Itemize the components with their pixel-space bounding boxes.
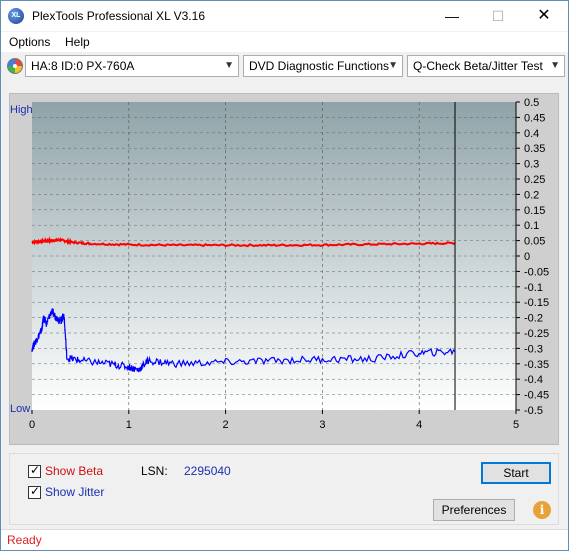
disc-drive-icon — [7, 58, 23, 74]
status-text: Ready — [7, 533, 42, 547]
x-tick-label: 1 — [126, 419, 132, 431]
y-tick-label: 0.25 — [524, 174, 545, 186]
chevron-down-icon: ▼ — [224, 60, 234, 71]
y-tick-label: -0.2 — [524, 313, 543, 325]
drive-select[interactable]: HA:8 ID:0 PX-760A ▼ — [25, 55, 239, 77]
drive-select-value: HA:8 ID:0 PX-760A — [31, 59, 135, 73]
minimize-icon[interactable]: — — [429, 1, 475, 31]
y-tick-label: 0.05 — [524, 236, 545, 248]
y-tick-label: 0.2 — [524, 189, 539, 201]
app-window: XL PlexTools Professional XL V3.16 — ☐ ✕… — [0, 0, 569, 551]
y-tick-label: 0.3 — [524, 159, 539, 171]
menu-bar: Options Help — [1, 32, 568, 52]
menu-help[interactable]: Help — [65, 35, 90, 49]
y-tick-label: 0 — [524, 251, 530, 263]
y-tick-label: -0.3 — [524, 343, 543, 355]
x-tick-label: 2 — [223, 419, 229, 431]
preferences-button[interactable]: Preferences — [433, 499, 515, 521]
menu-options-label: Options — [9, 35, 51, 49]
y-tick-label: 0.15 — [524, 205, 545, 217]
show-beta-label[interactable]: Show Beta — [45, 464, 103, 478]
beta-jitter-chart: 012345 0.50.450.40.350.30.250.20.150.10.… — [10, 97, 549, 431]
function-select[interactable]: DVD Diagnostic Functions ▼ — [243, 55, 403, 77]
chart-panel: 012345 0.5 0.45 0.4 0.35 0.3 0.25 0.2 0.15 0.1 0.… — [9, 93, 559, 445]
y-tick-label: -0.5 — [524, 405, 543, 417]
x-tick-label: 5 — [513, 419, 519, 431]
x-axis-ticks: 0 1 2 3 4 5 — [29, 410, 519, 431]
x-tick-label: 0 — [29, 419, 35, 431]
lsn-label: LSN: — [141, 464, 168, 478]
app-logo-icon: XL — [8, 8, 24, 24]
y-tick-label: -0.25 — [524, 328, 549, 340]
lsn-value: 2295040 — [184, 464, 231, 478]
y-tick-label: -0.05 — [524, 266, 549, 278]
y-tick-label: -0.1 — [524, 282, 543, 294]
show-jitter-label[interactable]: Show Jitter — [45, 485, 104, 499]
menu-options[interactable]: Options — [9, 35, 50, 49]
function-select-value: DVD Diagnostic Functions — [249, 59, 390, 73]
x-tick-label: 4 — [416, 419, 422, 431]
y-tick-label: 0.35 — [524, 143, 545, 155]
toolbar: HA:8 ID:0 PX-760A ▼ DVD Diagnostic Funct… — [1, 52, 568, 82]
y-low-label: Low — [10, 403, 30, 415]
test-select[interactable]: Q-Check Beta/Jitter Test ▼ — [407, 55, 565, 77]
y-tick-label: 0.4 — [524, 128, 539, 140]
title-bar: XL PlexTools Professional XL V3.16 — ☐ ✕ — [1, 1, 568, 31]
close-icon[interactable]: ✕ — [521, 1, 567, 31]
y-tick-label: -0.45 — [524, 390, 549, 402]
show-jitter-checkbox[interactable] — [28, 484, 41, 499]
y-axis-ticks: 0.5 0.45 0.4 0.35 0.3 0.25 0.2 0.15 0.1 0.05 0 -0.0… — [515, 97, 549, 417]
y-high-label: High — [10, 104, 33, 116]
test-select-value: Q-Check Beta/Jitter Test — [413, 59, 543, 73]
window-title: PlexTools Professional XL V3.16 — [32, 9, 205, 23]
status-bar: Ready — [1, 529, 568, 550]
chevron-down-icon: ▼ — [388, 60, 398, 71]
y-tick-label: 0.5 — [524, 97, 539, 109]
maximize-icon[interactable]: ☐ — [475, 1, 521, 31]
show-beta-checkbox[interactable] — [28, 463, 41, 478]
menu-help-label: Help — [65, 35, 90, 49]
info-icon[interactable]: i — [533, 501, 551, 519]
y-tick-label: -0.4 — [524, 374, 543, 386]
x-tick-label: 3 — [319, 419, 325, 431]
y-tick-label: -0.15 — [524, 297, 549, 309]
y-tick-label: 0.45 — [524, 112, 545, 124]
start-button[interactable]: Start — [481, 462, 551, 484]
y-tick-label: -0.35 — [524, 359, 549, 371]
y-tick-label: 0.1 — [524, 220, 539, 232]
chevron-down-icon: ▼ — [550, 60, 560, 71]
